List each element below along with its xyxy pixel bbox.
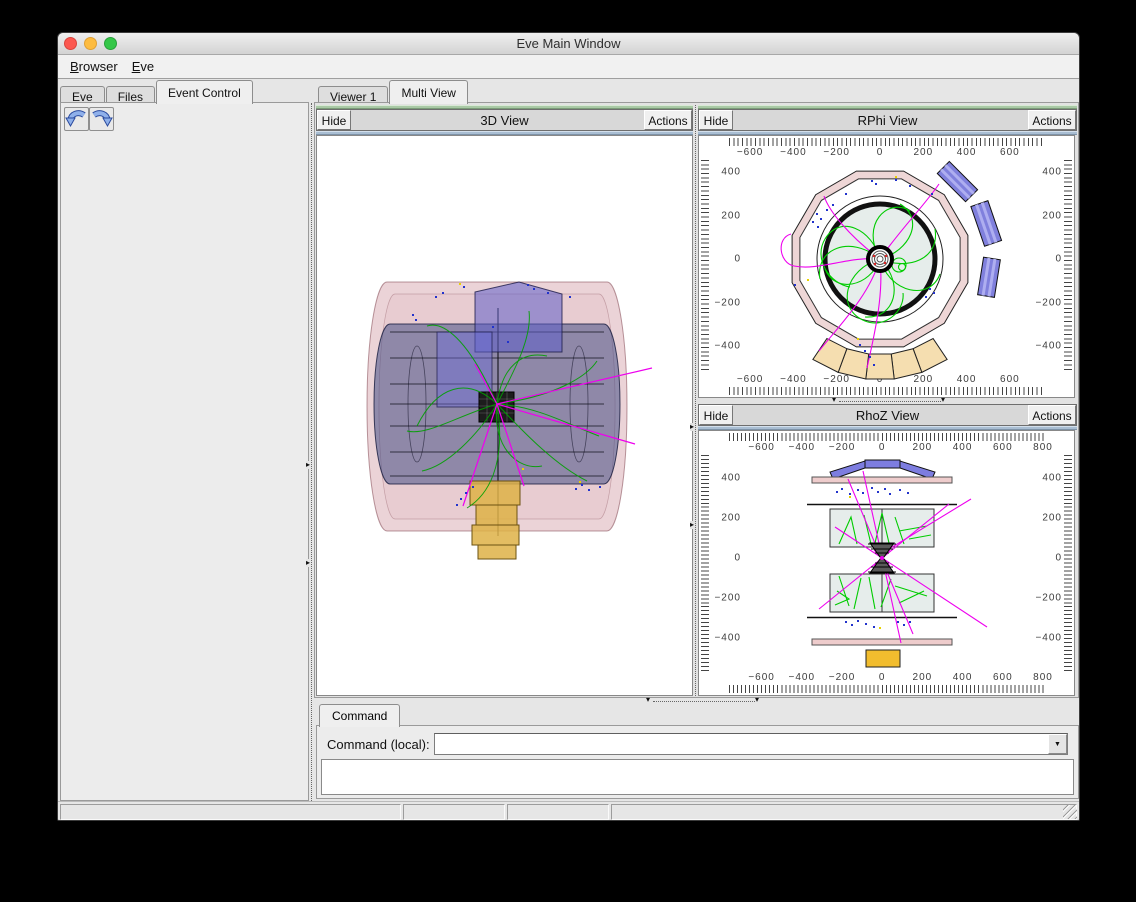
splitter-collapse-icon[interactable]: ▾	[646, 696, 650, 704]
rphi-header: Hide RPhi View Actions	[698, 109, 1077, 131]
rphi-title: RPhi View	[699, 113, 1076, 128]
splitter-collapse-icon[interactable]: ▸	[690, 521, 694, 529]
command-combobox[interactable]: ▼	[434, 733, 1068, 755]
rphi-detector-graphic	[699, 136, 1074, 397]
status-section-4	[611, 804, 1077, 820]
dropdown-arrow-icon: ▼	[1054, 741, 1061, 748]
view3d-header: Hide 3D View Actions	[316, 109, 693, 131]
viewer-tab-strip: Viewer 1Multi View	[318, 79, 718, 103]
menu-bar: BrowserEve	[58, 55, 1079, 79]
rphi-actions-button[interactable]: Actions	[1028, 110, 1076, 130]
rhoz-header: Hide RhoZ View Actions	[698, 404, 1077, 426]
left-tab-strip: EveFilesEvent Control	[60, 79, 310, 103]
splitter-collapse-icon[interactable]: ▸	[306, 559, 310, 567]
splitter-collapse-icon[interactable]: ▾	[755, 696, 759, 704]
status-section-2	[403, 804, 505, 820]
rhoz-title: RhoZ View	[699, 408, 1076, 423]
resize-grip-icon[interactable]	[1063, 805, 1077, 819]
status-bar	[58, 801, 1079, 821]
splitter-track	[839, 401, 941, 402]
view3d-title: 3D View	[317, 113, 692, 128]
splitter-collapse-icon[interactable]: ▸	[690, 423, 694, 431]
menu-item-eve[interactable]: Eve	[125, 55, 161, 74]
eve-main-window: Eve Main Window BrowserEve EveFilesEvent…	[57, 32, 1080, 821]
window-title: Eve Main Window	[58, 36, 1079, 51]
splitter-collapse-icon[interactable]: ▾	[832, 396, 836, 404]
command-input[interactable]	[436, 735, 1046, 753]
rphi-viewport[interactable]: −600−400−2000200400600 −600−400−20002004…	[698, 135, 1075, 398]
splitter-track	[695, 105, 696, 696]
next-event-button[interactable]	[89, 107, 114, 131]
title-bar[interactable]: Eve Main Window	[58, 33, 1079, 55]
splitter-collapse-icon[interactable]: ▾	[941, 396, 945, 404]
splitter-track	[311, 103, 312, 801]
rhoz-actions-button[interactable]: Actions	[1028, 405, 1076, 425]
view3d-actions-button[interactable]: Actions	[644, 110, 692, 130]
splitter-collapse-icon[interactable]: ▸	[306, 461, 310, 469]
redo-arrow-icon	[90, 108, 113, 130]
command-panel: Command (local): ▼	[316, 725, 1079, 799]
command-local-label: Command (local):	[327, 737, 430, 752]
previous-event-button[interactable]	[64, 107, 89, 131]
rhoz-detector-graphic	[699, 431, 1074, 695]
status-section-3	[507, 804, 609, 820]
menu-item-browser[interactable]: Browser	[63, 55, 125, 74]
tab-event-control[interactable]: Event Control	[156, 80, 253, 104]
status-section-1	[60, 804, 401, 820]
view3d-viewport[interactable]	[316, 135, 693, 696]
event-control-panel	[60, 102, 309, 801]
undo-arrow-icon	[65, 108, 88, 130]
command-splitter[interactable]: ▾ ▾	[314, 698, 1079, 704]
detector-3d-graphic	[317, 136, 692, 695]
rhoz-viewport[interactable]: −600−400−2000200400600800 −600−400−20002…	[698, 430, 1075, 696]
splitter-track	[653, 701, 755, 702]
tab-multi-view[interactable]: Multi View	[389, 80, 467, 104]
tab-command[interactable]: Command	[319, 704, 400, 727]
command-dropdown-button[interactable]: ▼	[1048, 734, 1067, 754]
command-output[interactable]	[321, 759, 1074, 795]
